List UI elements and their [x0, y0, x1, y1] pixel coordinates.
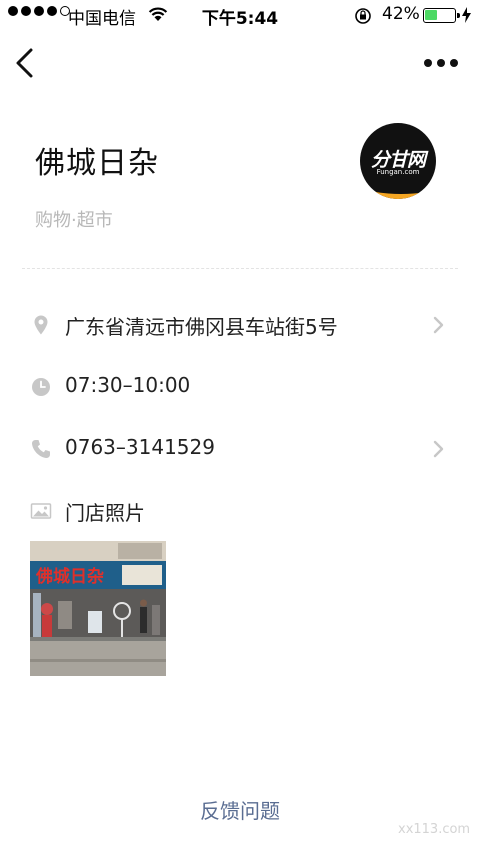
address-row[interactable]: 广东省清远市佛冈县车站街5号: [0, 304, 480, 344]
phone-text: 0763–3141529: [65, 435, 215, 459]
address-text: 广东省清远市佛冈县车站街5号: [65, 315, 338, 339]
battery-icon: [423, 8, 460, 23]
feedback-link[interactable]: 反馈问题: [0, 795, 480, 824]
store-category: 购物·超市: [35, 210, 113, 231]
chevron-right-icon: [433, 440, 444, 458]
logo-swoosh: [368, 175, 434, 199]
image-icon: [30, 503, 52, 519]
photos-row: 门店照片: [0, 490, 480, 530]
chevron-right-icon: [433, 316, 444, 334]
photo-sign-text: 佛城日杂: [35, 566, 104, 587]
back-button[interactable]: [12, 46, 42, 80]
status-bar: 中国电信 下午5:44 42%: [0, 0, 480, 30]
store-photo-image: 佛城日杂: [30, 541, 166, 676]
watermark: xx113.com: [398, 822, 471, 837]
store-logo: 分甘网 Fungan.com: [360, 123, 436, 199]
clock-icon: [32, 378, 50, 396]
more-options-button[interactable]: [424, 55, 462, 71]
ellipsis-dot: [450, 59, 458, 67]
phone-icon: [32, 440, 50, 458]
hours-text: 07:30–10:00: [65, 373, 191, 397]
ellipsis-dot: [424, 59, 432, 67]
chevron-left-icon: [16, 48, 33, 78]
photos-label: 门店照片: [65, 501, 145, 525]
ellipsis-dot: [437, 59, 445, 67]
phone-row[interactable]: 0763–3141529: [0, 428, 480, 468]
battery-percent: 42%: [382, 4, 420, 24]
store-name: 佛城日杂: [35, 146, 159, 181]
logo-subtext: Fungan.com: [376, 168, 420, 176]
store-photo-thumbnail[interactable]: 佛城日杂: [30, 541, 166, 676]
charging-bolt-icon: [462, 7, 471, 23]
location-pin-icon: [34, 315, 48, 335]
header-divider: [22, 268, 458, 269]
hours-row: 07:30–10:00: [0, 366, 480, 406]
rotation-lock-icon: [355, 8, 371, 24]
